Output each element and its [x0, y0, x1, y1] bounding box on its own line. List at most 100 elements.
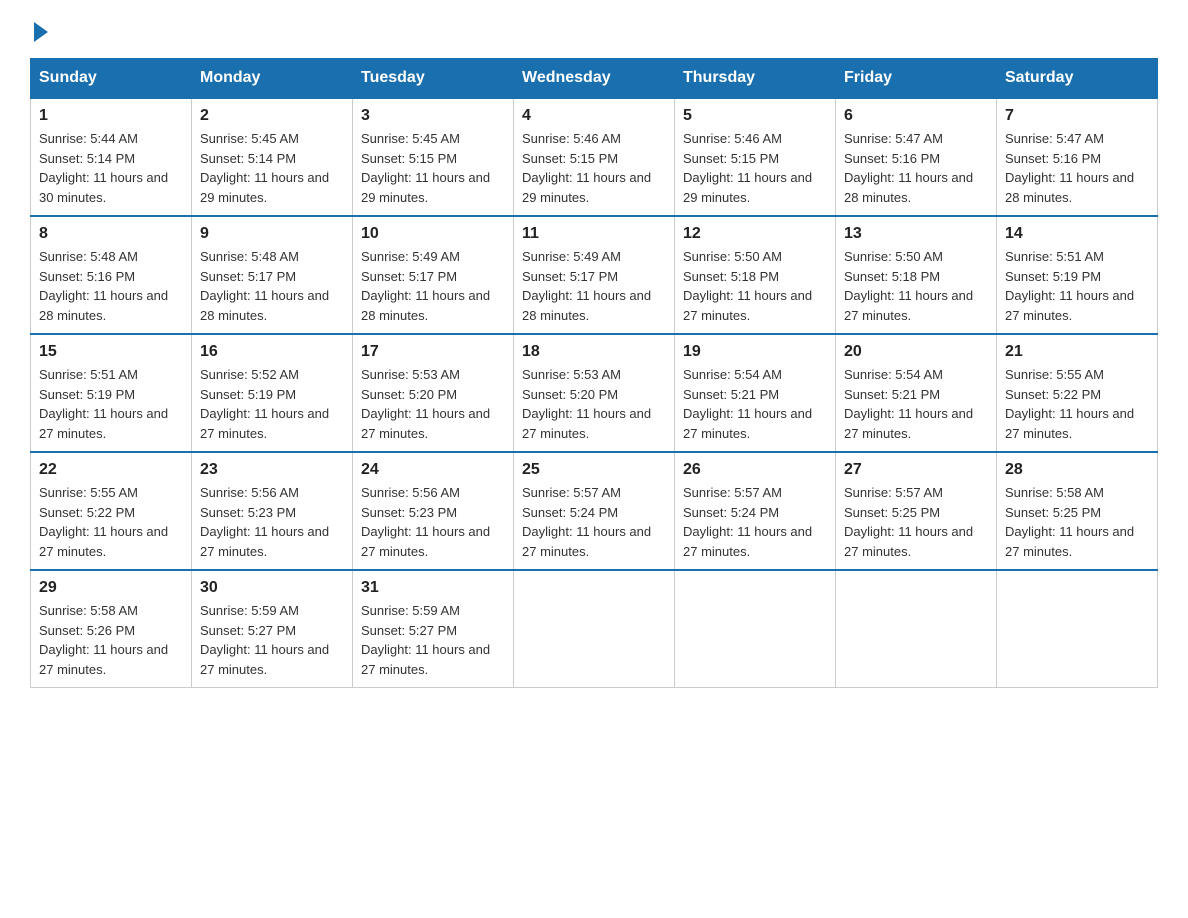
day-info: Sunrise: 5:48 AMSunset: 5:17 PMDaylight:… [200, 247, 344, 325]
day-number: 26 [683, 461, 827, 479]
calendar-day-cell: 23 Sunrise: 5:56 AMSunset: 5:23 PMDaylig… [192, 452, 353, 570]
calendar-day-cell: 24 Sunrise: 5:56 AMSunset: 5:23 PMDaylig… [353, 452, 514, 570]
calendar-day-cell [997, 570, 1158, 688]
day-number: 15 [39, 343, 183, 361]
calendar-week-row: 15 Sunrise: 5:51 AMSunset: 5:19 PMDaylig… [31, 334, 1158, 452]
day-number: 5 [683, 107, 827, 125]
day-number: 12 [683, 225, 827, 243]
page-header [30, 20, 1158, 38]
day-info: Sunrise: 5:57 AMSunset: 5:25 PMDaylight:… [844, 483, 988, 561]
calendar-day-cell: 21 Sunrise: 5:55 AMSunset: 5:22 PMDaylig… [997, 334, 1158, 452]
calendar-day-cell: 3 Sunrise: 5:45 AMSunset: 5:15 PMDayligh… [353, 98, 514, 216]
day-number: 24 [361, 461, 505, 479]
calendar-day-cell: 16 Sunrise: 5:52 AMSunset: 5:19 PMDaylig… [192, 334, 353, 452]
calendar-day-cell: 5 Sunrise: 5:46 AMSunset: 5:15 PMDayligh… [675, 98, 836, 216]
calendar-day-cell: 7 Sunrise: 5:47 AMSunset: 5:16 PMDayligh… [997, 98, 1158, 216]
calendar-header-row: SundayMondayTuesdayWednesdayThursdayFrid… [31, 59, 1158, 99]
calendar-day-cell [836, 570, 997, 688]
calendar-week-row: 8 Sunrise: 5:48 AMSunset: 5:16 PMDayligh… [31, 216, 1158, 334]
day-info: Sunrise: 5:59 AMSunset: 5:27 PMDaylight:… [200, 601, 344, 679]
calendar-week-row: 29 Sunrise: 5:58 AMSunset: 5:26 PMDaylig… [31, 570, 1158, 688]
day-number: 21 [1005, 343, 1149, 361]
calendar-day-cell: 30 Sunrise: 5:59 AMSunset: 5:27 PMDaylig… [192, 570, 353, 688]
day-number: 29 [39, 579, 183, 597]
day-info: Sunrise: 5:57 AMSunset: 5:24 PMDaylight:… [683, 483, 827, 561]
day-number: 9 [200, 225, 344, 243]
day-info: Sunrise: 5:53 AMSunset: 5:20 PMDaylight:… [361, 365, 505, 443]
calendar-day-cell: 18 Sunrise: 5:53 AMSunset: 5:20 PMDaylig… [514, 334, 675, 452]
day-info: Sunrise: 5:48 AMSunset: 5:16 PMDaylight:… [39, 247, 183, 325]
day-info: Sunrise: 5:57 AMSunset: 5:24 PMDaylight:… [522, 483, 666, 561]
calendar-day-cell: 8 Sunrise: 5:48 AMSunset: 5:16 PMDayligh… [31, 216, 192, 334]
day-info: Sunrise: 5:49 AMSunset: 5:17 PMDaylight:… [522, 247, 666, 325]
calendar-day-cell: 22 Sunrise: 5:55 AMSunset: 5:22 PMDaylig… [31, 452, 192, 570]
calendar-body: 1 Sunrise: 5:44 AMSunset: 5:14 PMDayligh… [31, 98, 1158, 688]
column-header-friday: Friday [836, 59, 997, 99]
calendar-day-cell [675, 570, 836, 688]
column-header-saturday: Saturday [997, 59, 1158, 99]
day-info: Sunrise: 5:50 AMSunset: 5:18 PMDaylight:… [683, 247, 827, 325]
day-number: 22 [39, 461, 183, 479]
day-info: Sunrise: 5:54 AMSunset: 5:21 PMDaylight:… [844, 365, 988, 443]
day-number: 11 [522, 225, 666, 243]
day-number: 1 [39, 107, 183, 125]
calendar-day-cell: 15 Sunrise: 5:51 AMSunset: 5:19 PMDaylig… [31, 334, 192, 452]
calendar-day-cell: 26 Sunrise: 5:57 AMSunset: 5:24 PMDaylig… [675, 452, 836, 570]
calendar-table: SundayMondayTuesdayWednesdayThursdayFrid… [30, 58, 1158, 688]
day-number: 6 [844, 107, 988, 125]
day-number: 13 [844, 225, 988, 243]
day-number: 17 [361, 343, 505, 361]
day-number: 31 [361, 579, 505, 597]
day-info: Sunrise: 5:47 AMSunset: 5:16 PMDaylight:… [1005, 129, 1149, 207]
calendar-day-cell: 31 Sunrise: 5:59 AMSunset: 5:27 PMDaylig… [353, 570, 514, 688]
day-number: 23 [200, 461, 344, 479]
day-info: Sunrise: 5:46 AMSunset: 5:15 PMDaylight:… [683, 129, 827, 207]
day-info: Sunrise: 5:59 AMSunset: 5:27 PMDaylight:… [361, 601, 505, 679]
calendar-day-cell: 6 Sunrise: 5:47 AMSunset: 5:16 PMDayligh… [836, 98, 997, 216]
day-info: Sunrise: 5:56 AMSunset: 5:23 PMDaylight:… [361, 483, 505, 561]
calendar-day-cell: 12 Sunrise: 5:50 AMSunset: 5:18 PMDaylig… [675, 216, 836, 334]
day-number: 19 [683, 343, 827, 361]
day-number: 2 [200, 107, 344, 125]
calendar-week-row: 22 Sunrise: 5:55 AMSunset: 5:22 PMDaylig… [31, 452, 1158, 570]
calendar-day-cell: 11 Sunrise: 5:49 AMSunset: 5:17 PMDaylig… [514, 216, 675, 334]
calendar-day-cell: 2 Sunrise: 5:45 AMSunset: 5:14 PMDayligh… [192, 98, 353, 216]
day-info: Sunrise: 5:51 AMSunset: 5:19 PMDaylight:… [39, 365, 183, 443]
calendar-week-row: 1 Sunrise: 5:44 AMSunset: 5:14 PMDayligh… [31, 98, 1158, 216]
day-info: Sunrise: 5:45 AMSunset: 5:15 PMDaylight:… [361, 129, 505, 207]
calendar-day-cell: 28 Sunrise: 5:58 AMSunset: 5:25 PMDaylig… [997, 452, 1158, 570]
day-number: 18 [522, 343, 666, 361]
day-info: Sunrise: 5:55 AMSunset: 5:22 PMDaylight:… [39, 483, 183, 561]
day-info: Sunrise: 5:45 AMSunset: 5:14 PMDaylight:… [200, 129, 344, 207]
calendar-day-cell: 4 Sunrise: 5:46 AMSunset: 5:15 PMDayligh… [514, 98, 675, 216]
column-header-wednesday: Wednesday [514, 59, 675, 99]
day-info: Sunrise: 5:50 AMSunset: 5:18 PMDaylight:… [844, 247, 988, 325]
calendar-day-cell: 9 Sunrise: 5:48 AMSunset: 5:17 PMDayligh… [192, 216, 353, 334]
calendar-day-cell: 17 Sunrise: 5:53 AMSunset: 5:20 PMDaylig… [353, 334, 514, 452]
day-number: 8 [39, 225, 183, 243]
day-number: 28 [1005, 461, 1149, 479]
day-number: 14 [1005, 225, 1149, 243]
calendar-day-cell: 19 Sunrise: 5:54 AMSunset: 5:21 PMDaylig… [675, 334, 836, 452]
day-info: Sunrise: 5:58 AMSunset: 5:25 PMDaylight:… [1005, 483, 1149, 561]
day-info: Sunrise: 5:44 AMSunset: 5:14 PMDaylight:… [39, 129, 183, 207]
column-header-tuesday: Tuesday [353, 59, 514, 99]
calendar-day-cell: 29 Sunrise: 5:58 AMSunset: 5:26 PMDaylig… [31, 570, 192, 688]
calendar-day-cell: 14 Sunrise: 5:51 AMSunset: 5:19 PMDaylig… [997, 216, 1158, 334]
calendar-day-cell: 10 Sunrise: 5:49 AMSunset: 5:17 PMDaylig… [353, 216, 514, 334]
day-info: Sunrise: 5:56 AMSunset: 5:23 PMDaylight:… [200, 483, 344, 561]
day-number: 30 [200, 579, 344, 597]
calendar-day-cell: 13 Sunrise: 5:50 AMSunset: 5:18 PMDaylig… [836, 216, 997, 334]
day-info: Sunrise: 5:54 AMSunset: 5:21 PMDaylight:… [683, 365, 827, 443]
day-number: 25 [522, 461, 666, 479]
day-number: 10 [361, 225, 505, 243]
day-number: 16 [200, 343, 344, 361]
calendar-day-cell: 27 Sunrise: 5:57 AMSunset: 5:25 PMDaylig… [836, 452, 997, 570]
day-info: Sunrise: 5:58 AMSunset: 5:26 PMDaylight:… [39, 601, 183, 679]
calendar-day-cell: 25 Sunrise: 5:57 AMSunset: 5:24 PMDaylig… [514, 452, 675, 570]
day-number: 7 [1005, 107, 1149, 125]
column-header-thursday: Thursday [675, 59, 836, 99]
calendar-day-cell: 1 Sunrise: 5:44 AMSunset: 5:14 PMDayligh… [31, 98, 192, 216]
column-header-sunday: Sunday [31, 59, 192, 99]
day-info: Sunrise: 5:49 AMSunset: 5:17 PMDaylight:… [361, 247, 505, 325]
